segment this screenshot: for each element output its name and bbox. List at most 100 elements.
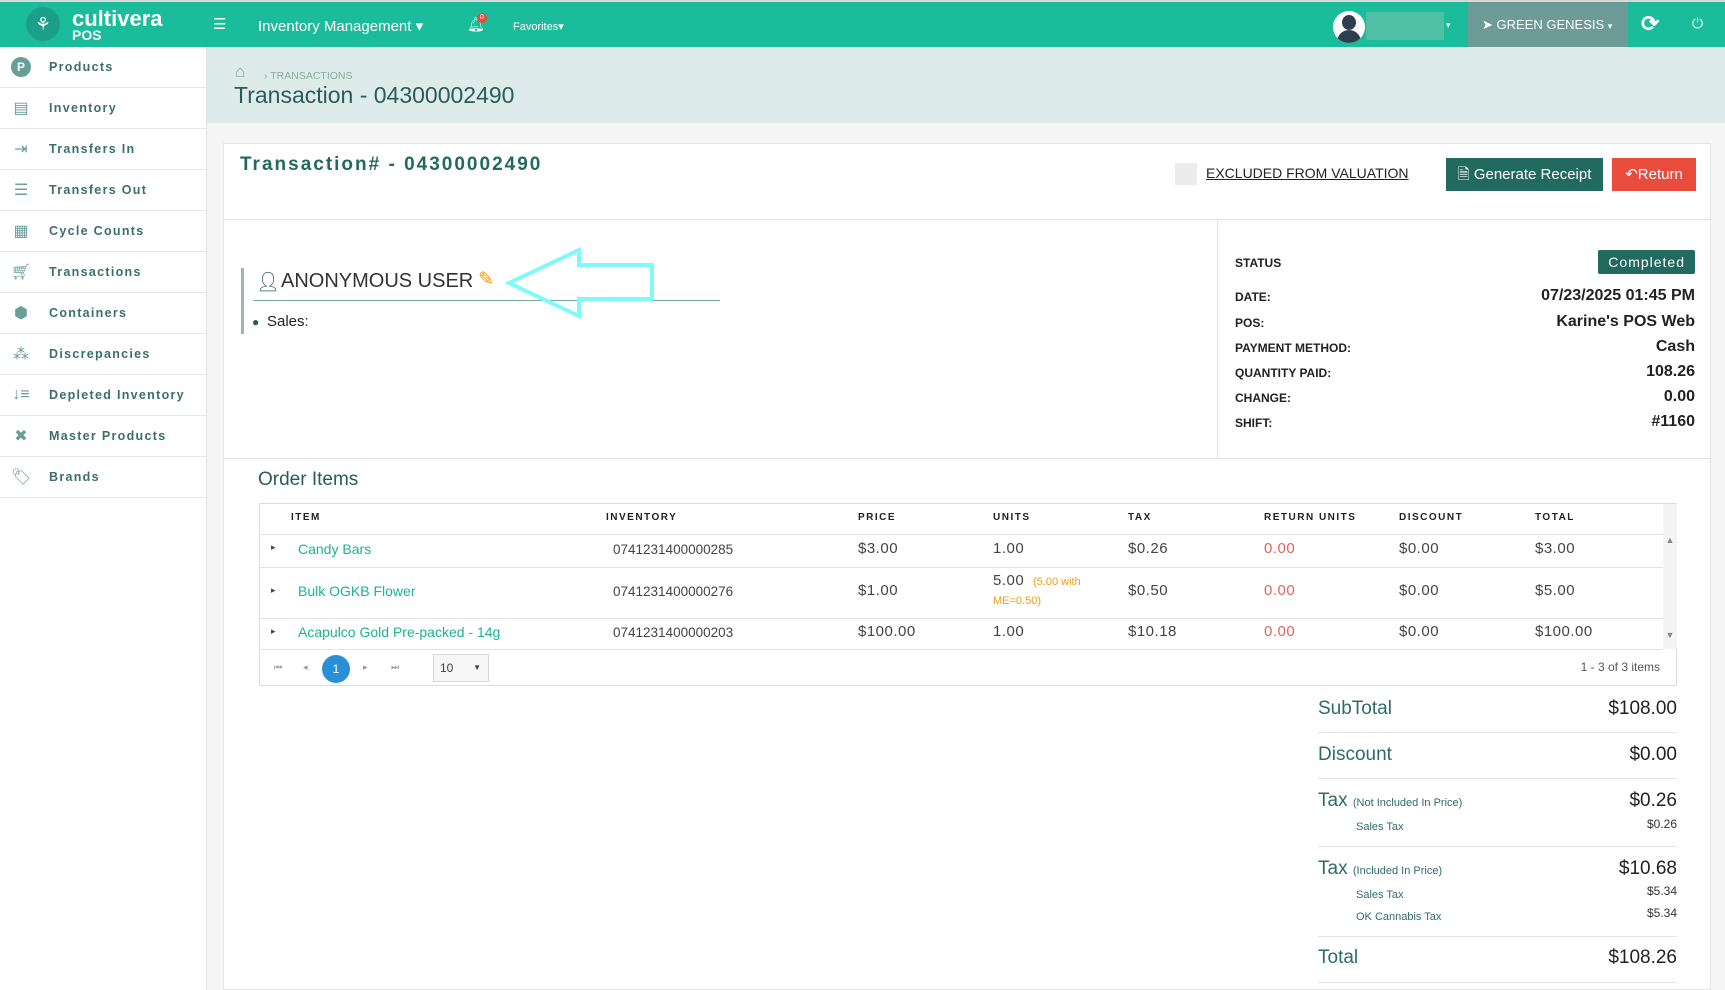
home-icon[interactable]: ⌂ [235,62,245,82]
sidebar-item-products[interactable]: P Products [0,47,207,88]
refresh-icon[interactable]: ⟳ [1641,11,1659,37]
col-price[interactable]: PRICE [858,512,896,523]
pager-last-icon[interactable]: ⏭ [391,662,399,673]
date-label: DATE: [1235,290,1271,304]
cart-icon: 🛒︎ [10,264,32,281]
divider [223,219,1711,220]
col-discount[interactable]: DISCOUNT [1399,512,1463,523]
notification-badge: 0 [477,13,487,23]
tax-label: Tax [1318,790,1348,811]
return-button[interactable]: ↶Return [1612,158,1696,191]
favorites-dropdown[interactable]: Favorites▾ [513,20,564,33]
sidebar-item-transfers-out[interactable]: ☰ Transfers Out [0,170,207,211]
item-link[interactable]: Bulk OGKB Flower [298,583,415,599]
sales-tax-label: Sales Tax [1356,889,1404,901]
quantity-paid-value: 108.26 [1646,363,1695,380]
pager-first-icon[interactable]: ⏮ [274,662,282,673]
item-link[interactable]: Candy Bars [298,541,371,557]
customer-block-border [241,268,244,334]
inventory-cell: 0741231400000285 [613,542,734,557]
divider [1318,778,1677,779]
tax-excluded-label: Tax (Not Included In Price) [1318,790,1462,812]
col-item[interactable]: ITEM [291,512,321,523]
col-units[interactable]: UNITS [993,512,1031,523]
col-inventory[interactable]: INVENTORY [606,512,677,523]
location-dropdown[interactable]: ➤ GREEN GENESIS ▾ [1468,2,1628,47]
tax-note: (Not Included In Price) [1352,797,1463,809]
status-badge: Completed [1598,250,1695,274]
sales-tax-value: $5.34 [1646,884,1677,898]
menu-toggle-icon[interactable]: ☰ [213,15,226,33]
divider [1318,732,1677,733]
shift-value: #1160 [1651,413,1695,430]
outdent-icon: ☰ [13,182,29,199]
avatar[interactable] [1333,11,1365,43]
units-cell: 1.00 [993,540,1025,557]
sidebar-item-brands[interactable]: 🏷︎ Brands [0,457,207,498]
col-tax[interactable]: TAX [1128,512,1152,523]
divider [1318,846,1677,847]
divider-vertical [1217,219,1218,458]
units-cell: 5.00 [993,572,1025,589]
top-navbar: ⚘ cultivera POS ☰ Inventory Management ▾… [0,0,1725,47]
tax-cell: $0.50 [1128,582,1169,599]
brand-sub: POS [72,27,102,43]
pinwheel-icon: ✖ [14,428,28,445]
table-scrollbar[interactable]: ▲ ▼ [1663,504,1677,649]
inventory-cell: 0741231400000276 [613,584,734,599]
sort-down-icon: ↓≡ [12,386,30,403]
user-name-redacted[interactable] [1366,12,1444,40]
sales-label: Sales: [267,313,309,330]
price-cell: $3.00 [858,540,899,557]
col-return-units[interactable]: RETURN UNITS [1264,512,1356,523]
pager-page-1[interactable]: 1 [322,655,350,683]
pager-next-icon[interactable]: ▸ [363,662,368,673]
sidebar-item-depleted-inventory[interactable]: ↓≡ Depleted Inventory [0,375,207,416]
page-size-value: 10 [440,661,454,675]
total-cell: $5.00 [1535,582,1576,599]
expand-row-icon[interactable]: ▸ [271,542,276,553]
sales-tax-label: Sales Tax [1356,821,1404,833]
sidebar: P Products ▤ Inventory ⇥ Transfers In ☰ Tran… [0,47,207,990]
user-dropdown-caret[interactable]: ▾ [1446,20,1451,31]
tax-label: Tax [1318,858,1348,879]
page-size-select[interactable]: 10 ▼ [433,654,489,682]
units-note: ME=0.50) [993,595,1041,607]
breadcrumb-transactions: TRANSACTIONS [270,70,353,82]
sidebar-item-transfers-in[interactable]: ⇥ Transfers In [0,129,207,170]
divider [1318,936,1677,937]
tax-included-value: $10.68 [1618,858,1677,879]
payment-method-value: Cash [1655,338,1695,355]
row-divider [260,649,1663,650]
excluded-checkbox[interactable] [1175,163,1197,185]
return-units-cell: 0.00 [1264,582,1296,599]
breadcrumb[interactable]: › TRANSACTIONS [264,70,353,82]
subtotal-label: SubTotal [1318,698,1392,719]
pager-prev-icon[interactable]: ◂ [303,662,308,673]
sidebar-item-discrepancies[interactable]: ⁂ Discrepancies [0,334,207,375]
power-icon[interactable]: ⏻ [1692,15,1703,32]
generate-receipt-button[interactable]: 🗎 Generate Receipt [1446,158,1603,191]
user-outline-icon: 👤︎ [256,272,281,293]
sidebar-item-containers[interactable]: ⬢ Containers [0,293,207,334]
return-units-cell: 0.00 [1264,623,1296,640]
expand-row-icon[interactable]: ▸ [271,626,276,637]
discount-value: $0.00 [1629,744,1677,765]
cannabis-tax-label: OK Cannabis Tax [1356,911,1442,923]
sidebar-item-master-products[interactable]: ✖ Master Products [0,416,207,457]
expand-row-icon[interactable]: ▸ [271,585,276,596]
calculator-icon: ▦ [13,223,29,240]
edit-customer-icon[interactable]: ✎ [478,268,494,291]
location-label: GREEN GENESIS [1496,17,1605,32]
discount-cell: $0.00 [1399,582,1440,599]
cubes-icon: ⁂ [13,346,29,363]
sidebar-item-inventory[interactable]: ▤ Inventory [0,88,207,129]
excluded-label[interactable]: EXCLUDED FROM VALUATION [1206,165,1409,181]
col-total[interactable]: TOTAL [1535,512,1575,523]
logo[interactable]: ⚘ [26,7,60,41]
tax-included-label: Tax (Included In Price) [1318,858,1442,880]
sidebar-item-transactions[interactable]: 🛒︎ Transactions [0,252,207,293]
sidebar-item-cycle-counts[interactable]: ▦ Cycle Counts [0,211,207,252]
item-link[interactable]: Acapulco Gold Pre-packed - 14g [298,624,500,640]
module-dropdown[interactable]: Inventory Management ▾ [258,17,423,35]
